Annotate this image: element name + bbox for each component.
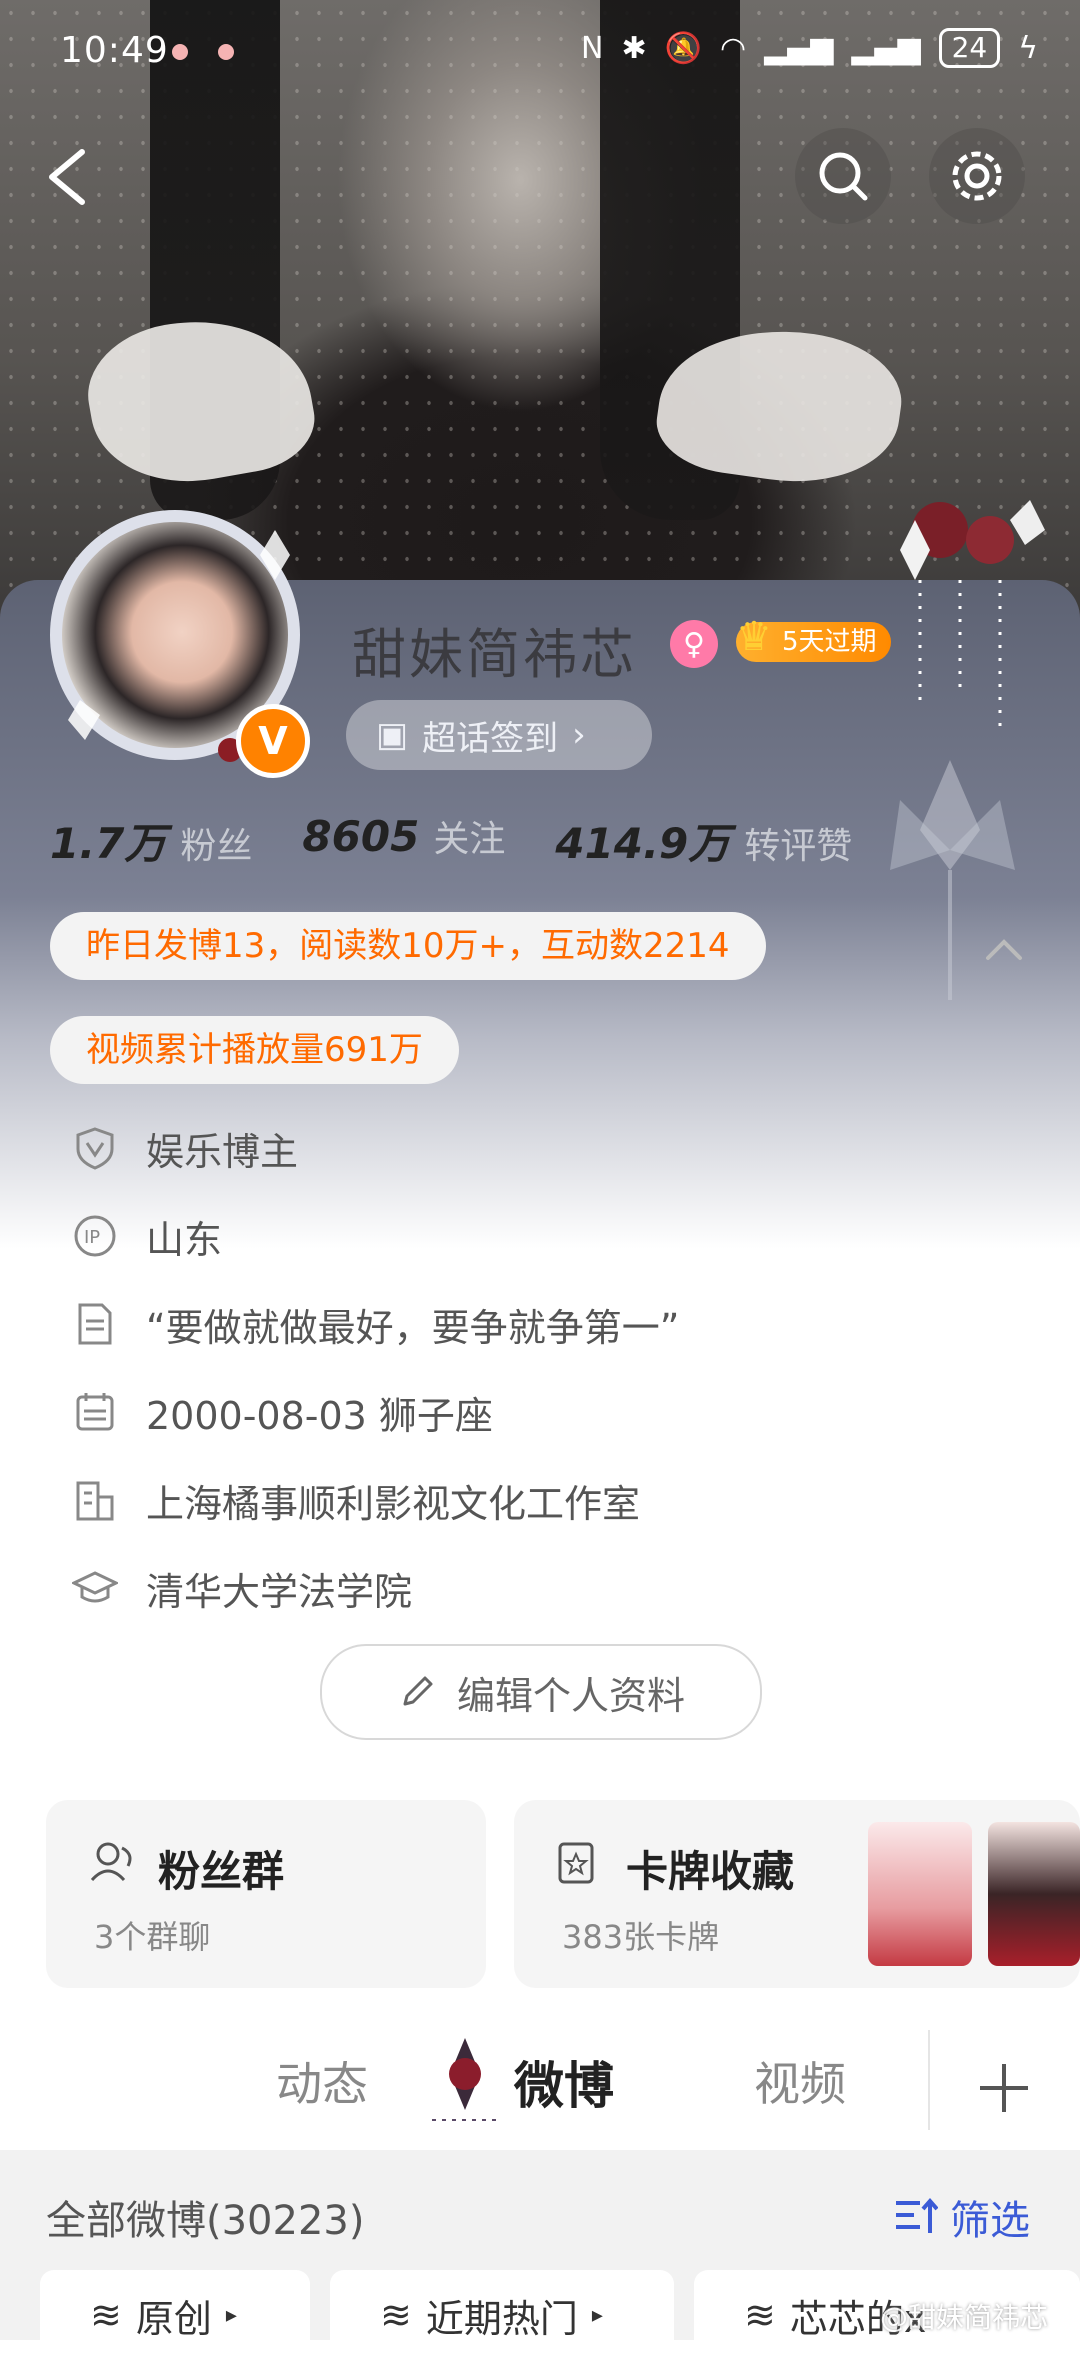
flower-decoration-icon: [900, 500, 1045, 730]
plus-icon[interactable]: [976, 2060, 1032, 2116]
gear-icon: [952, 151, 1002, 201]
tile-subtitle: 383张卡牌: [562, 1918, 720, 1956]
card-thumbnail[interactable]: [988, 1822, 1080, 1966]
back-icon: [49, 149, 85, 205]
layers-icon: ≋: [90, 2293, 122, 2337]
layers-icon: ≋: [380, 2293, 412, 2337]
profile-tabs: 动态 微博 视频: [0, 2020, 1080, 2150]
stat-likes[interactable]: 414.9万 转评赞: [555, 810, 852, 871]
graduation-cap-icon: [72, 1565, 118, 1611]
info-row-company: 上海橘事顺利影视文化工作室: [72, 1470, 640, 1530]
activity-summary-pill[interactable]: 昨日发博13，阅读数10万+，互动数2214: [50, 912, 766, 980]
status-time: 10:49: [60, 30, 169, 71]
edit-profile-label: 编辑个人资料: [456, 1673, 685, 1718]
chevron-right-icon: ›: [572, 715, 586, 755]
wifi-icon: ◠: [719, 30, 747, 66]
stat-label: 粉丝: [180, 826, 253, 867]
status-bar: 10:49 N ✱ 🔕 ◠ ▂▄▆ ▂▄▆ 24 ϟ: [0, 0, 1080, 100]
info-row-bio: “要做就做最好，要争就争第一”: [72, 1294, 679, 1354]
tile-title: 卡牌收藏: [626, 1847, 795, 1896]
stat-label: 转评赞: [744, 826, 853, 867]
group-icon: [90, 1842, 132, 1882]
info-text: “要做就做最好，要争就争第一”: [146, 1305, 680, 1350]
info-row-birthday: 2000-08-03 狮子座: [72, 1382, 493, 1442]
company-icon: [72, 1477, 118, 1523]
card-thumbnail[interactable]: [868, 1822, 972, 1966]
stat-following[interactable]: 8605 关注: [302, 810, 505, 871]
username: 甜妹简祎芯: [352, 623, 637, 686]
status-icons: N ✱ 🔕 ◠ ▂▄▆ ▂▄▆ 24 ϟ: [581, 28, 1038, 68]
filter-icon: [896, 2197, 938, 2233]
divider: [928, 2030, 930, 2130]
chip-original[interactable]: ≋ 原创 ▸: [40, 2270, 310, 2360]
chip-label: 近期热门: [425, 2296, 578, 2341]
stat-label: 关注: [433, 819, 506, 860]
supertopic-checkin-button[interactable]: ▣ 超话签到 ›: [346, 700, 652, 770]
edit-profile-button[interactable]: 编辑个人资料: [320, 1644, 762, 1740]
info-text: 娱乐博主: [146, 1129, 299, 1174]
checkin-label: 超话签到: [422, 718, 559, 759]
info-row-school: 清华大学法学院: [72, 1558, 412, 1618]
bluetooth-icon: ✱: [621, 30, 647, 66]
back-button[interactable]: [30, 130, 110, 220]
verified-badge: V: [236, 704, 310, 778]
pencil-icon: [403, 1676, 433, 1706]
all-posts-label[interactable]: 全部微博(30223): [46, 2188, 364, 2246]
info-text: 2000-08-03 狮子座: [146, 1393, 493, 1438]
chip-label: 原创: [135, 2296, 212, 2341]
weibo-tab-emblem-icon: [432, 2038, 498, 2121]
chip-recent-hot[interactable]: ≋ 近期热门 ▸: [330, 2270, 674, 2360]
ip-icon: IP: [72, 1213, 118, 1259]
filter-label: 筛选: [950, 2198, 1030, 2244]
search-icon: [819, 152, 868, 201]
verified-shield-icon: [72, 1125, 118, 1171]
info-text: 山东: [146, 1217, 223, 1262]
nfc-icon: N: [580, 30, 604, 66]
mute-icon: 🔕: [664, 30, 702, 66]
tab-video[interactable]: 视频: [754, 2048, 846, 2114]
calendar-icon: [72, 1389, 118, 1435]
watermark: @甜妹简祎芯: [880, 2301, 1049, 2334]
stat-value: 1.7万: [50, 819, 167, 868]
stat-value: 414.9万: [555, 819, 731, 868]
calendar-check-icon: ▣: [376, 715, 409, 755]
settings-button[interactable]: [929, 128, 1025, 224]
tab-weibo[interactable]: 微博: [514, 2046, 614, 2118]
fans-group-tile[interactable]: 粉丝群 3个群聊: [46, 1800, 486, 1988]
signal-icon: ▂▄▆: [764, 30, 834, 66]
info-text: 清华大学法学院: [146, 1569, 413, 1614]
caret-right-icon: ▸: [225, 2302, 237, 2328]
lily-decoration-icon: [890, 760, 1015, 1000]
caret-right-icon: ▸: [591, 2302, 603, 2328]
chevron-up-icon[interactable]: [984, 930, 1024, 970]
stat-followers[interactable]: 1.7万 粉丝: [50, 810, 252, 871]
filter-button[interactable]: 筛选: [894, 2188, 1030, 2246]
notification-icon: [172, 44, 188, 60]
signal-icon: ▂▄▆: [851, 30, 921, 66]
charging-icon: ϟ: [1018, 30, 1038, 66]
card-star-icon: [558, 1842, 594, 1884]
layers-icon: ≋: [744, 2293, 776, 2337]
crown-icon: ♛: [736, 614, 772, 660]
tile-subtitle: 3个群聊: [94, 1918, 211, 1956]
svg-text:IP: IP: [84, 1227, 100, 1248]
stat-value: 8605: [302, 812, 420, 861]
info-row-ip: IP 山东: [72, 1206, 222, 1266]
battery-icon: 24: [938, 28, 1001, 68]
info-text: 上海橘事顺利影视文化工作室: [146, 1481, 641, 1526]
document-icon: [72, 1301, 118, 1347]
female-icon: ♀: [670, 620, 718, 668]
info-row-category: 娱乐博主: [72, 1118, 298, 1178]
video-views-pill[interactable]: 视频累计播放量691万: [50, 1016, 459, 1084]
notification-icon: [218, 44, 234, 60]
tab-dynamic[interactable]: 动态: [276, 2048, 368, 2114]
profile-stats: 1.7万 粉丝 8605 关注 414.9万 转评赞: [50, 810, 852, 871]
search-button[interactable]: [795, 128, 891, 224]
tile-title: 粉丝群: [158, 1847, 285, 1896]
